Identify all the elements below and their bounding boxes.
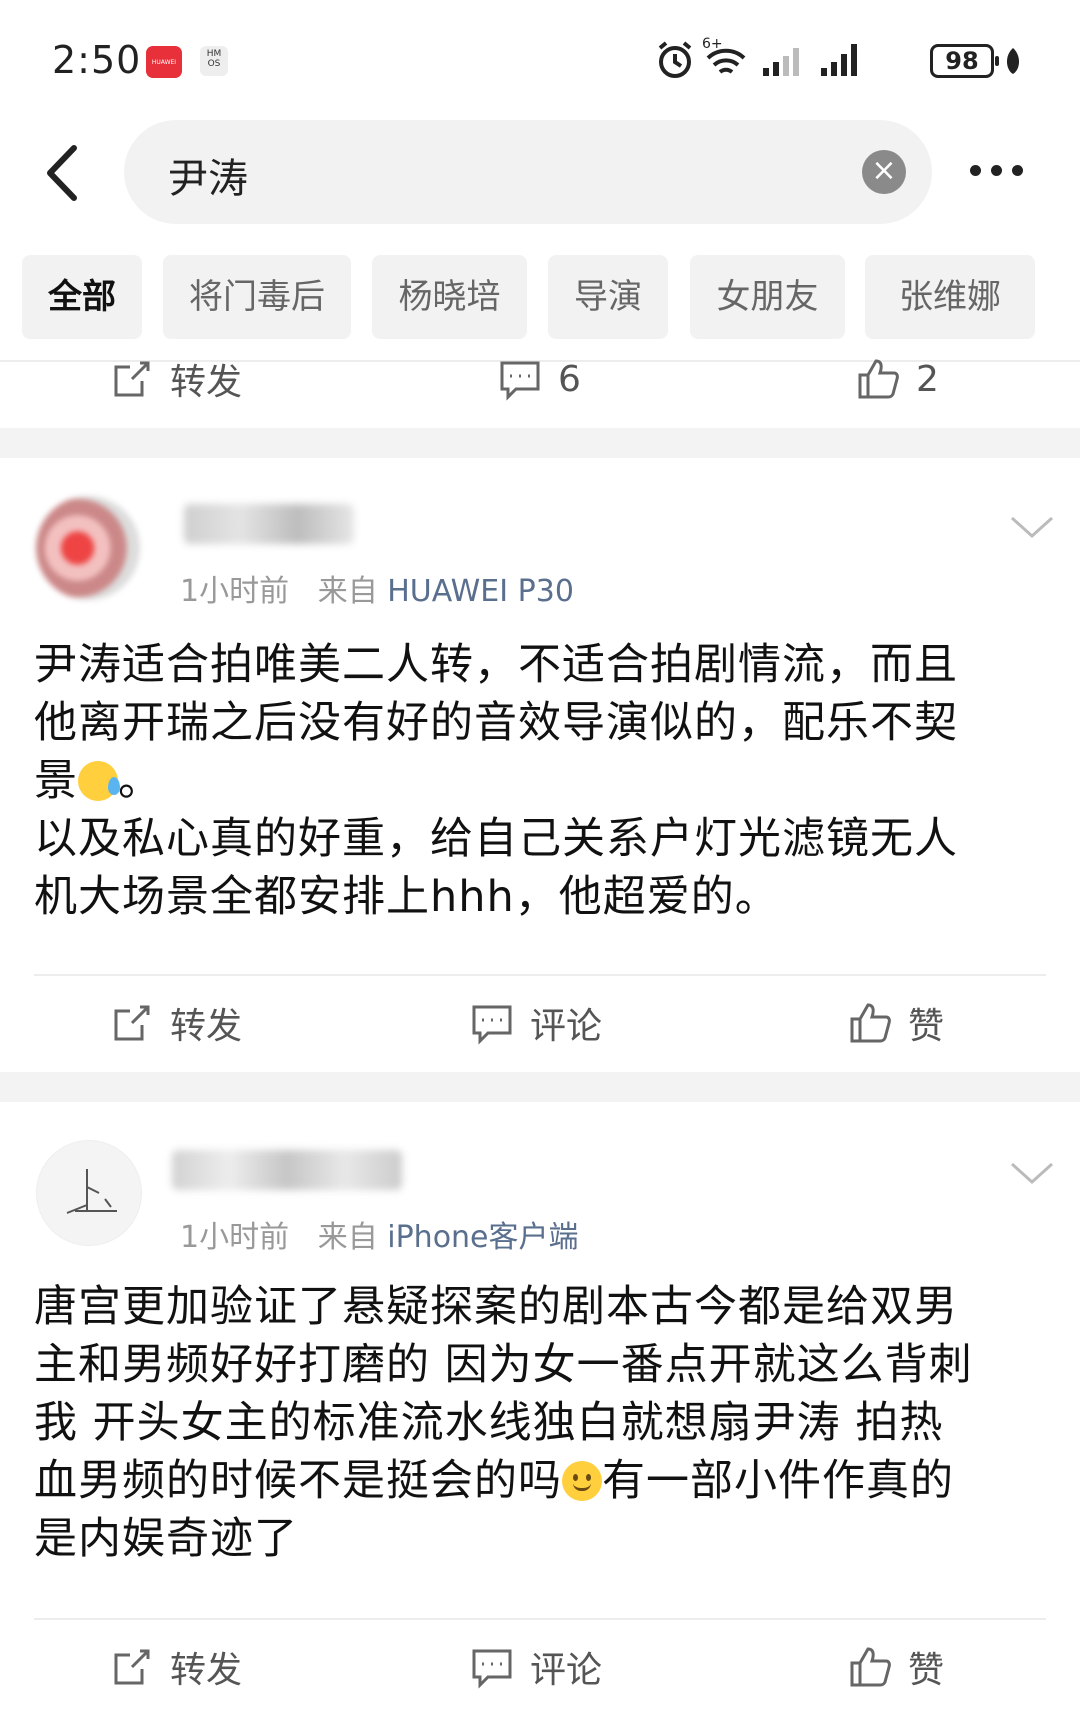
sketch-image <box>66 1169 117 1214</box>
prev-post-actions: 转发 6 2 <box>0 334 1080 424</box>
section-separator <box>0 428 1080 458</box>
like-label: 赞 <box>908 1650 945 1691</box>
chip-girlfriend[interactable]: 女朋友 <box>690 255 845 339</box>
cold-sweat-emoji-icon <box>78 761 120 801</box>
comment-icon <box>500 361 540 401</box>
dot-icon <box>1012 164 1023 176</box>
post-line-text: 。 <box>118 756 162 806</box>
post-line: 尹涛适合拍唯美二人转，不适合拍剧情流，而且 <box>34 640 958 690</box>
smile-emoji-icon <box>562 1461 602 1501</box>
comment-button[interactable]: 6 <box>498 334 581 424</box>
post-time: 1小时前 <box>180 574 290 609</box>
avatar[interactable] <box>36 1140 142 1246</box>
post-from: 来自 <box>317 1220 378 1255</box>
chip-zhang-weina[interactable]: 张维娜 <box>865 255 1035 339</box>
signal-icon <box>763 48 799 76</box>
chip-jiangmen-duhou[interactable]: 将门毒后 <box>163 255 351 339</box>
comment-label: 评论 <box>530 1650 603 1691</box>
huawei-app-icon: HUAWEI <box>146 46 182 78</box>
repost-icon <box>114 361 150 397</box>
avatar[interactable] <box>36 496 140 600</box>
repost-label: 转发 <box>170 1650 243 1691</box>
post-line: 唐宫更加验证了悬疑探案的剧本古今都是给双男 <box>34 1282 958 1332</box>
filter-chips: 全部 将门毒后 杨晓培 导演 女朋友 张维娜 <box>22 255 1080 341</box>
status-time: 2:50 <box>52 38 142 82</box>
comment-button[interactable]: 评论 <box>470 978 602 1068</box>
dot-icon <box>970 164 981 176</box>
section-separator <box>0 1072 1080 1102</box>
post-text[interactable]: 尹涛适合拍唯美二人转，不适合拍剧情流，而且 他离开瑞之后没有好的音效导演似的，配… <box>34 636 1044 926</box>
post-actions: 转发 评论 赞 <box>0 978 1080 1068</box>
repost-button[interactable]: 转发 <box>110 1622 242 1712</box>
like-label: 赞 <box>908 1006 945 1047</box>
like-button[interactable]: 赞 <box>848 978 944 1068</box>
comment-icon <box>472 1005 512 1045</box>
hmos-icon: HM OS <box>200 46 228 76</box>
chip-all[interactable]: 全部 <box>22 255 142 339</box>
comment-button[interactable]: 评论 <box>470 1622 602 1712</box>
post-from: 来自 <box>317 574 378 609</box>
comment-icon <box>472 1649 512 1689</box>
post-source[interactable]: iPhone客户端 <box>387 1220 578 1255</box>
post-text[interactable]: 唐宫更加验证了悬疑探案的剧本古今都是给双男 主和男频好好打磨的 因为女一番点开就… <box>34 1278 1044 1568</box>
comment-label: 评论 <box>530 1006 603 1047</box>
username-blurred[interactable] <box>172 1150 402 1190</box>
signal-icon <box>821 44 857 76</box>
chip-director[interactable]: 导演 <box>548 255 668 339</box>
status-bar: 2:50 HUAWEI HM OS 6+ 98 <box>0 0 1080 120</box>
repost-button[interactable]: 转发 <box>110 334 242 424</box>
chevron-down-icon[interactable] <box>1008 1158 1056 1188</box>
post-line: 我 开头女主的标准流水线独白就想扇尹涛 拍热 <box>34 1398 944 1448</box>
post-line-text: 有一部小件作真的 <box>602 1456 954 1506</box>
search-input[interactable]: 尹涛 × <box>124 120 932 224</box>
thumbs-up-icon <box>850 1647 891 1687</box>
repost-icon <box>114 1005 150 1041</box>
comment-count: 6 <box>558 358 581 400</box>
more-menu-button[interactable] <box>970 150 1040 190</box>
post-line-text: 血男频的时候不是挺会的吗 <box>34 1456 562 1506</box>
repost-icon <box>114 1649 150 1685</box>
chip-yang-xiaopei[interactable]: 杨晓培 <box>372 255 527 339</box>
username-blurred[interactable] <box>184 504 354 544</box>
alarm-icon <box>658 41 692 78</box>
like-button[interactable]: 2 <box>856 334 939 424</box>
chevron-down-icon[interactable] <box>1008 512 1056 542</box>
clear-icon[interactable]: × <box>862 150 906 194</box>
divider <box>34 1618 1046 1620</box>
post-meta: 1小时前 来自 iPhone客户端 <box>180 1212 579 1256</box>
leaf-icon <box>1006 48 1020 74</box>
wifi-label: 6+ <box>702 36 723 52</box>
back-button[interactable] <box>38 138 88 208</box>
post-line: 是内娱奇迹了 <box>34 1514 298 1564</box>
post-time: 1小时前 <box>180 1220 290 1255</box>
post-line: 机大场景全都安排上hhh，他超爱的。 <box>34 872 779 922</box>
post-meta: 1小时前 来自 HUAWEI P30 <box>180 566 574 610</box>
post-line: 景。 <box>34 752 1044 810</box>
post-line: 他离开瑞之后没有好的音效导演似的，配乐不契 <box>34 698 958 748</box>
post-line: 血男频的时候不是挺会的吗 有一部小件作真的 <box>34 1452 1044 1510</box>
post-line-text: 景 <box>34 756 78 806</box>
thumbs-up-icon <box>858 359 899 399</box>
search-query: 尹涛 <box>168 156 248 202</box>
like-count: 2 <box>916 358 939 400</box>
post-source[interactable]: HUAWEI P30 <box>387 574 574 609</box>
repost-button[interactable]: 转发 <box>110 978 242 1068</box>
post-actions: 转发 评论 赞 <box>0 1622 1080 1712</box>
post-line: 以及私心真的好重，给自己关系户灯光滤镜无人 <box>34 814 958 864</box>
thumbs-up-icon <box>850 1003 891 1043</box>
repost-label: 转发 <box>170 1006 243 1047</box>
post-line: 主和男频好好打磨的 因为女一番点开就这么背刺 <box>34 1340 973 1390</box>
repost-label: 转发 <box>170 362 243 403</box>
battery-indicator: 98 <box>930 44 999 78</box>
like-button[interactable]: 赞 <box>848 1622 944 1712</box>
divider <box>34 974 1046 976</box>
dot-icon <box>991 164 1002 176</box>
